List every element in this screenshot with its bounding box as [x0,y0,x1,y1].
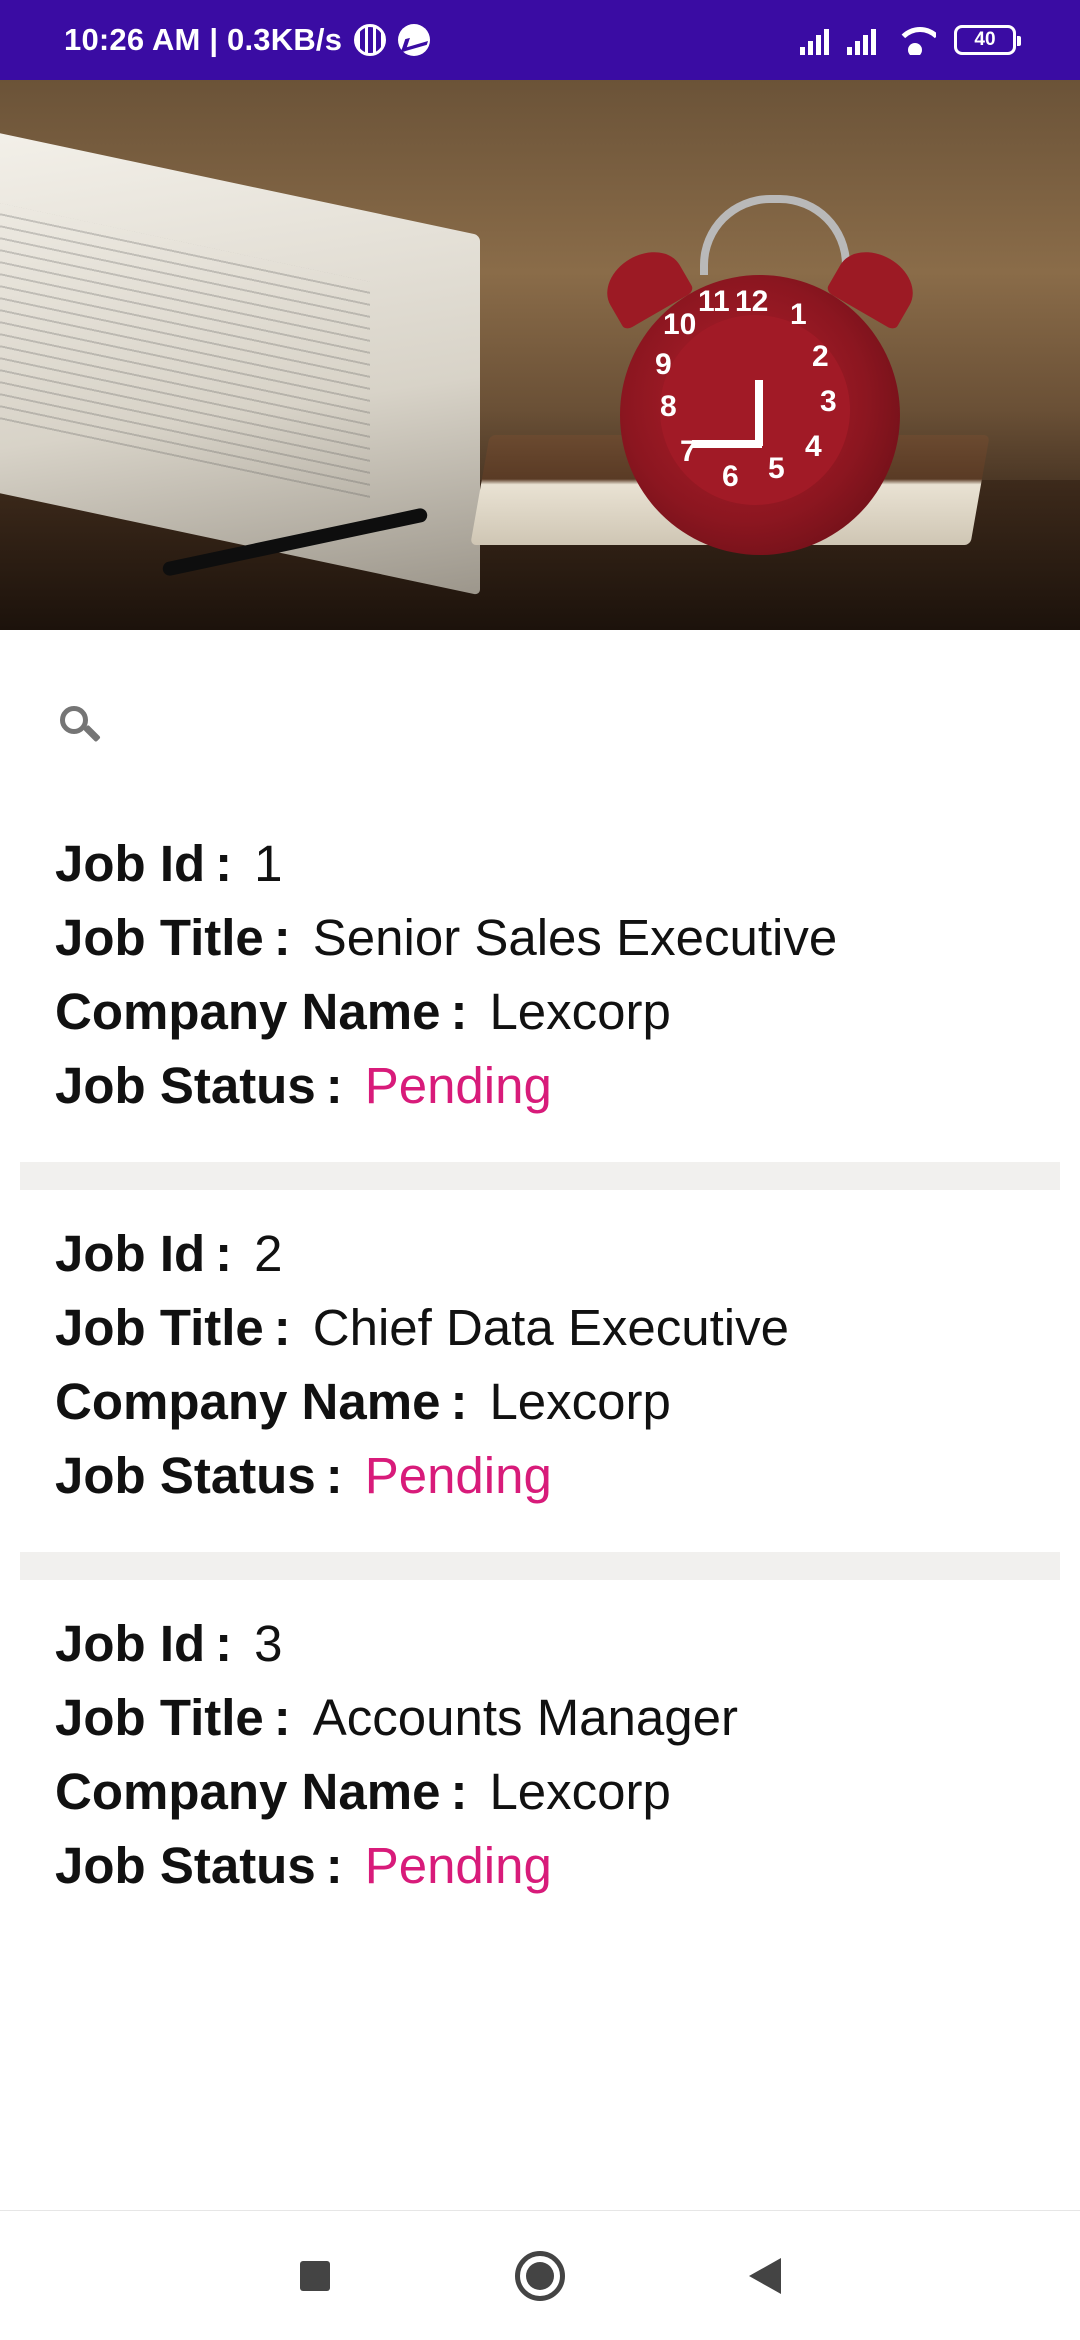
clock-number: 5 [768,452,785,485]
job-card[interactable]: Job Id:2 Job Title: Chief Data Executive … [20,1190,1060,1580]
company-name-label: Company Name [55,1372,441,1430]
job-status-label: Job Status [55,1056,316,1114]
job-title-label: Job Title [55,1298,264,1356]
search-icon[interactable] [40,690,101,750]
back-button[interactable] [735,2246,795,2306]
job-title-label: Job Title [55,1688,264,1746]
job-id-label: Job Id [55,1224,206,1282]
company-name-value: Lexcorp [489,982,671,1040]
hero-image: 12 1 2 3 4 5 6 7 8 9 10 11 [0,80,1080,630]
job-status-row: Job Status: Pending [55,1836,552,1894]
job-status-value: Pending [364,1836,552,1894]
company-name-row: Company Name: Lexcorp [55,982,671,1040]
job-id-value: 3 [254,1614,283,1672]
signal-icon [800,25,829,55]
home-icon [515,2251,565,2301]
job-id-row: Job Id:1 [55,834,283,892]
hero-clock-handle [700,195,850,275]
battery-icon: 40 [954,25,1021,55]
job-status-row: Job Status: Pending [55,1446,552,1504]
job-id-row: Job Id:3 [55,1614,283,1672]
clock-number: 12 [735,285,769,318]
company-name-value: Lexcorp [489,1762,671,1820]
status-time-speed: 10:26 AM | 0.3KB/s [64,22,343,57]
job-id-row: Job Id:2 [55,1224,283,1282]
clock-number: 6 [722,460,739,493]
clock-number: 3 [820,385,837,418]
status-bar: 10:26 AM | 0.3KB/s 40 [0,0,1080,80]
signal-icon [847,25,876,55]
company-name-label: Company Name [55,982,441,1040]
job-status-value: Pending [364,1446,552,1504]
job-title-value: Accounts Manager [312,1688,738,1746]
recent-apps-icon [300,2261,330,2291]
back-icon [749,2258,781,2294]
job-status-row: Job Status: Pending [55,1056,552,1114]
job-title-row: Job Title: Chief Data Executive [55,1298,789,1356]
messenger-icon [398,24,431,56]
search-bar[interactable] [40,680,1040,760]
system-nav-bar [0,2210,1080,2340]
job-title-value: Chief Data Executive [312,1298,789,1356]
clock-hour-hand [692,440,762,448]
clock-number: 4 [805,430,822,463]
job-title-label: Job Title [55,908,264,966]
clock-number: 10 [663,308,697,341]
company-name-row: Company Name: Lexcorp [55,1762,671,1820]
job-status-value: Pending [364,1056,552,1114]
clock-number: 2 [812,340,829,373]
recent-apps-button[interactable] [285,2246,345,2306]
company-name-value: Lexcorp [489,1372,671,1430]
clock-number: 9 [655,348,672,381]
job-list: Job Id:1 Job Title: Senior Sales Executiv… [20,800,1060,1970]
clock-number: 8 [660,390,677,423]
job-status-label: Job Status [55,1446,316,1504]
job-id-label: Job Id [55,834,206,892]
home-button[interactable] [510,2246,570,2306]
status-right: 40 [800,25,1021,55]
company-name-label: Company Name [55,1762,441,1820]
globe-icon [354,24,387,56]
job-status-label: Job Status [55,1836,316,1894]
company-name-row: Company Name: Lexcorp [55,1372,671,1430]
battery-level: 40 [974,29,996,50]
job-id-label: Job Id [55,1614,206,1672]
job-card[interactable]: Job Id:3 Job Title: Accounts Manager Comp… [20,1580,1060,1970]
clock-minute-hand [755,380,763,446]
job-card[interactable]: Job Id:1 Job Title: Senior Sales Executiv… [20,800,1060,1190]
wifi-icon [894,25,936,55]
status-left: 10:26 AM | 0.3KB/s [64,22,431,58]
job-title-row: Job Title: Accounts Manager [55,1688,738,1746]
clock-number: 1 [790,298,807,331]
job-id-value: 2 [254,1224,283,1282]
job-title-row: Job Title: Senior Sales Executive [55,908,838,966]
job-id-value: 1 [254,834,283,892]
card-separator [20,1552,1060,1580]
job-title-value: Senior Sales Executive [312,908,838,966]
clock-number: 11 [698,285,730,318]
card-separator [20,1162,1060,1190]
